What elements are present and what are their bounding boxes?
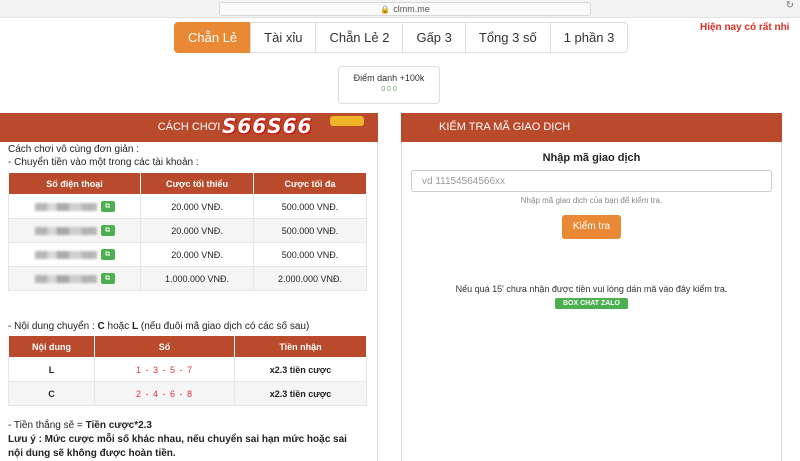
phone-cell: ⧉	[8, 218, 141, 243]
transaction-code-input[interactable]	[411, 170, 772, 192]
content-note-suffix: (nếu đuôi mã giao dịch có các số sau)	[138, 321, 310, 332]
copy-icon[interactable]: ⧉	[100, 201, 115, 213]
address-text: clmm.me	[393, 4, 430, 14]
content-note-mid: hoặc	[104, 321, 132, 332]
blurred-phone	[34, 202, 97, 211]
min-cell: 1.000.000 VNĐ.	[140, 266, 254, 291]
accounts-header-phone: Số điện thoại	[8, 172, 141, 195]
blurred-phone	[34, 250, 97, 259]
tab-chan-le[interactable]: Chẵn Lẻ	[174, 22, 252, 53]
copy-icon[interactable]: ⧉	[100, 273, 115, 285]
rules-header-content: Nội dung	[8, 335, 95, 358]
max-cell: 500.000 VNĐ.	[253, 242, 367, 267]
late-payment-note: Nếu quá 15' chưa nhận được tiền vui lòng…	[455, 284, 728, 294]
phone-cell: ⧉	[8, 266, 141, 291]
rule-content: C	[8, 381, 95, 406]
phone-cell: ⧉	[8, 242, 141, 267]
warning-line-1: Lưu ý : Mức cược mỗi số khác nhau, nếu c…	[8, 434, 347, 445]
check-button[interactable]: Kiểm tra	[562, 215, 621, 239]
max-cell: 500.000 VNĐ.	[253, 194, 367, 219]
game-tabs: Chẵn Lẻ Tài xỉu Chẵn Lẻ 2 Gấp 3 Tổng 3 s…	[174, 22, 629, 53]
table-row: L 1 - 3 - 5 - 7 x2.3 tiền cược	[8, 357, 367, 382]
reload-icon[interactable]: ↻	[786, 0, 794, 11]
lock-icon: 🔒	[380, 5, 391, 14]
logo-badge	[330, 116, 364, 126]
copy-icon[interactable]: ⧉	[100, 225, 115, 237]
intro-text-2: - Chuyển tiền vào một trong các tài khoả…	[8, 157, 199, 168]
rule-payout: x2.3 tiền cược	[234, 357, 367, 382]
min-cell: 20.000 VNĐ.	[140, 242, 254, 267]
rules-header-payout: Tiền nhận	[234, 335, 367, 358]
checkin-box[interactable]: Điểm danh +100k 0 0 0	[338, 66, 440, 104]
rules-header-numbers: Số	[94, 335, 235, 358]
phone-cell: ⧉	[8, 194, 141, 219]
accounts-header-max: Cược tối đa	[253, 172, 367, 195]
min-cell: 20.000 VNĐ.	[140, 218, 254, 243]
table-row: ⧉ 1.000.000 VNĐ. 2.000.000 VNĐ.	[8, 266, 367, 291]
table-row: ⧉ 20.000 VNĐ. 500.000 VNĐ.	[8, 194, 367, 219]
checkin-title: Điểm danh +100k	[353, 73, 425, 83]
win-value: Tiền cược*2.3	[85, 420, 152, 431]
how-to-play-title: CÁCH CHƠI	[157, 121, 221, 133]
intro-text-1: Cách chơi vô cùng đơn giản :	[8, 144, 139, 155]
input-label: Nhập mã giao dịch	[542, 152, 641, 164]
check-transaction-title: KIỂM TRA MÃ GIAO DỊCH	[439, 121, 571, 133]
copy-icon[interactable]: ⧉	[100, 249, 115, 261]
accounts-header-min: Cược tối thiểu	[140, 172, 254, 195]
rule-numbers: 2 - 4 - 6 - 8	[94, 381, 235, 406]
max-cell: 2.000.000 VNĐ.	[253, 266, 367, 291]
check-transaction-header: KIỂM TRA MÃ GIAO DỊCH	[401, 113, 782, 142]
blurred-phone	[34, 226, 97, 235]
rules-table: Nội dung Số Tiền nhận L 1 - 3 - 5 - 7 x2…	[8, 335, 367, 406]
tab-chan-le-2[interactable]: Chẵn Lẻ 2	[315, 22, 404, 53]
table-row: ⧉ 20.000 VNĐ. 500.000 VNĐ.	[8, 218, 367, 243]
rule-content: L	[8, 357, 95, 382]
content-note: - Nội dung chuyển : C hoặc L (nếu đuôi m…	[8, 321, 309, 332]
tab-1-phan-3[interactable]: 1 phần 3	[549, 22, 629, 53]
marquee-text: Hiện nay có rất nhi	[700, 22, 790, 33]
tab-tong-3-so[interactable]: Tổng 3 số	[464, 22, 551, 53]
site-logo: S66S66	[222, 114, 313, 138]
how-to-play-header: CÁCH CHƠI	[0, 113, 378, 142]
rule-numbers: 1 - 3 - 5 - 7	[94, 357, 235, 382]
input-hint: Nhập mã giao dịch của bạn để kiểm tra.	[520, 196, 663, 205]
tab-tai-xiu[interactable]: Tài xỉu	[250, 22, 317, 53]
min-cell: 20.000 VNĐ.	[140, 194, 254, 219]
content-note-prefix: - Nội dung chuyển :	[8, 321, 98, 332]
address-bar[interactable]: 🔒 clmm.me	[219, 2, 591, 16]
table-row: C 2 - 4 - 6 - 8 x2.3 tiền cược	[8, 381, 367, 406]
warning-line-2: nội dung sẽ không được hoàn tiền.	[8, 448, 176, 459]
accounts-table: Số điện thoại Cược tối thiểu Cược tối đa…	[8, 172, 367, 291]
table-row: ⧉ 20.000 VNĐ. 500.000 VNĐ.	[8, 242, 367, 267]
tab-gap-3[interactable]: Gấp 3	[402, 22, 466, 53]
blurred-phone	[34, 274, 97, 283]
win-formula: - Tiền thắng sẽ = Tiền cược*2.3	[8, 420, 152, 431]
rule-payout: x2.3 tiền cược	[234, 381, 367, 406]
browser-toolbar: 🔒 clmm.me ↻	[0, 0, 800, 18]
checkin-stats: 0 0 0	[381, 86, 397, 93]
win-prefix: - Tiền thắng sẽ =	[8, 420, 86, 431]
content-note-c: C	[97, 321, 105, 332]
max-cell: 500.000 VNĐ.	[253, 218, 367, 243]
zalo-chat-button[interactable]: BOX CHAT ZALO	[555, 298, 628, 309]
